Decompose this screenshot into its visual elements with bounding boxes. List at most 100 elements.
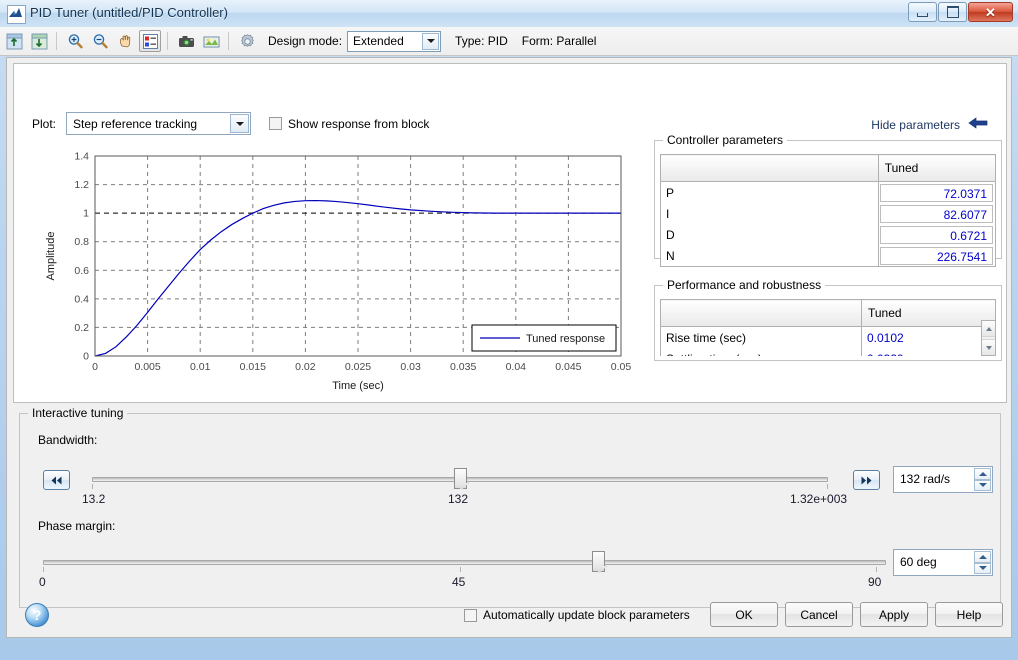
svg-text:Time (sec): Time (sec): [332, 380, 384, 392]
svg-text:0.4: 0.4: [74, 293, 89, 305]
main-body: Plot: Step reference tracking Show respo…: [6, 57, 1012, 638]
svg-text:1.4: 1.4: [74, 151, 89, 163]
help-circle-icon[interactable]: ?: [25, 603, 49, 627]
chevron-down-icon[interactable]: [230, 114, 250, 133]
svg-text:0: 0: [83, 351, 89, 363]
import-plant-icon[interactable]: [3, 30, 25, 52]
svg-text:0.035: 0.035: [450, 361, 476, 373]
plot-label: Plot:: [32, 116, 57, 131]
ok-button[interactable]: OK: [710, 602, 778, 627]
scroll-down-button[interactable]: [982, 339, 995, 355]
bandwidth-slider-thumb[interactable]: [454, 468, 467, 489]
show-response-checkbox[interactable]: Show response from block: [269, 117, 429, 131]
svg-text:0.6: 0.6: [74, 265, 89, 277]
table-header-row: Tuned: [660, 299, 996, 327]
fast-forward-icon: [861, 476, 872, 484]
bandwidth-increase-button[interactable]: [853, 470, 880, 490]
checkbox-box[interactable]: [464, 608, 477, 622]
close-button[interactable]: ✕: [968, 2, 1013, 22]
table-row: Settling time (sec)0.0329: [660, 348, 996, 356]
param-tuned-value[interactable]: 0.6721: [879, 225, 993, 244]
toolbar-separator-3: [228, 32, 229, 50]
plot-type-value: Step reference tracking: [73, 116, 198, 131]
svg-text:0.05: 0.05: [611, 361, 632, 373]
phase-margin-label: Phase margin:: [38, 519, 116, 533]
window-title: PID Tuner (untitled/PID Controller): [30, 5, 228, 20]
param-tuned-cell[interactable]: 72.0371: [877, 181, 997, 203]
param-tuned-cell[interactable]: 0.6721: [877, 224, 997, 245]
table-row: D 0.6721: [660, 224, 997, 245]
metric-tuned-value: 0.0329: [861, 348, 996, 356]
options-gear-icon[interactable]: [236, 30, 258, 52]
table-row: Rise time (sec) 0.0102: [660, 326, 996, 348]
metric-name-cell: Rise time (sec): [660, 326, 862, 348]
phase-margin-slider-track[interactable]: [43, 560, 886, 565]
step-response-chart: 0 0.005 0.01 0.015 0.02 0.025 0.03 0.035 0.04 0.0…: [38, 146, 638, 396]
plot-image-icon[interactable]: [200, 30, 222, 52]
minimize-button[interactable]: [908, 2, 937, 22]
phase-margin-spinner-up[interactable]: [974, 551, 991, 563]
svg-text:0.015: 0.015: [240, 361, 266, 373]
phase-margin-tick-min: [43, 567, 44, 572]
param-tuned-cell[interactable]: 226.7541: [877, 245, 997, 267]
triangle-up-icon: [978, 471, 987, 476]
window-buttons: ✕: [908, 2, 1013, 22]
bandwidth-spinner-up[interactable]: [974, 468, 991, 480]
export-controller-icon[interactable]: [28, 30, 50, 52]
maximize-icon: [946, 6, 959, 18]
bandwidth-tick-min: [92, 484, 93, 489]
phase-margin-slider-thumb[interactable]: [592, 551, 605, 572]
triangle-up-icon: [978, 554, 987, 559]
snapshot-camera-icon[interactable]: [175, 30, 197, 52]
bandwidth-spinner-buttons[interactable]: [974, 468, 991, 491]
param-tuned-cell[interactable]: 82.6077: [877, 203, 997, 224]
close-icon: ✕: [985, 4, 996, 20]
show-parameters-icon[interactable]: [139, 30, 161, 52]
svg-text:0.045: 0.045: [555, 361, 581, 373]
col-header-tuned: Tuned: [861, 299, 996, 327]
performance-title: Performance and robustness: [663, 278, 826, 292]
phase-margin-spinner-buttons[interactable]: [974, 551, 991, 574]
param-name-cell: P: [660, 181, 879, 203]
bandwidth-value: 132 rad/s: [900, 472, 951, 486]
metric-tuned-value: 0.0102: [861, 326, 996, 348]
param-tuned-value[interactable]: 72.0371: [879, 183, 993, 202]
auto-update-label: Automatically update block parameters: [483, 608, 690, 622]
maximize-button[interactable]: [938, 2, 967, 22]
controller-parameters-table: Tuned P 72.0371 I 82.6077 D 0.6721 N 226.7541: [660, 154, 997, 267]
apply-button[interactable]: Apply: [860, 602, 928, 627]
triangle-down-icon: [985, 345, 992, 350]
pan-icon[interactable]: [114, 30, 136, 52]
design-mode-label: Design mode:: [268, 34, 343, 48]
phase-margin-value-input[interactable]: 60 deg: [893, 549, 993, 576]
svg-text:0.2: 0.2: [74, 322, 89, 334]
zoom-out-icon[interactable]: [89, 30, 111, 52]
hide-parameters-label: Hide parameters: [871, 117, 960, 132]
plot-type-select[interactable]: Step reference tracking: [66, 112, 252, 135]
param-tuned-value[interactable]: 82.6077: [879, 204, 993, 223]
auto-update-checkbox[interactable]: Automatically update block parameters: [464, 608, 690, 622]
performance-scrollbar[interactable]: [981, 320, 996, 356]
hide-parameters-button[interactable]: Hide parameters: [871, 116, 988, 133]
zoom-in-icon[interactable]: [64, 30, 86, 52]
param-name-cell: I: [660, 203, 879, 224]
phase-margin-spinner-down[interactable]: [974, 562, 991, 574]
checkbox-box[interactable]: [269, 117, 283, 130]
design-mode-select[interactable]: Extended: [347, 30, 442, 52]
table-row: P 72.0371: [660, 181, 997, 203]
cancel-button[interactable]: Cancel: [785, 602, 853, 627]
bandwidth-min-label: 13.2: [82, 492, 106, 506]
controller-parameters-title: Controller parameters: [663, 133, 788, 147]
chevron-down-icon[interactable]: [422, 32, 440, 50]
table-row: I 82.6077: [660, 203, 997, 224]
param-tuned-value[interactable]: 226.7541: [879, 246, 993, 265]
bandwidth-value-input[interactable]: 132 rad/s: [893, 466, 993, 493]
phase-margin-mid-label: 45: [452, 575, 466, 589]
help-button[interactable]: Help: [935, 602, 1003, 627]
bandwidth-decrease-button[interactable]: [43, 470, 70, 490]
phase-margin-tick-mid: [460, 567, 461, 572]
col-header-metric: [660, 299, 862, 327]
scroll-up-button[interactable]: [982, 321, 995, 337]
bandwidth-label: Bandwidth:: [38, 433, 98, 447]
bandwidth-spinner-down[interactable]: [974, 479, 991, 491]
